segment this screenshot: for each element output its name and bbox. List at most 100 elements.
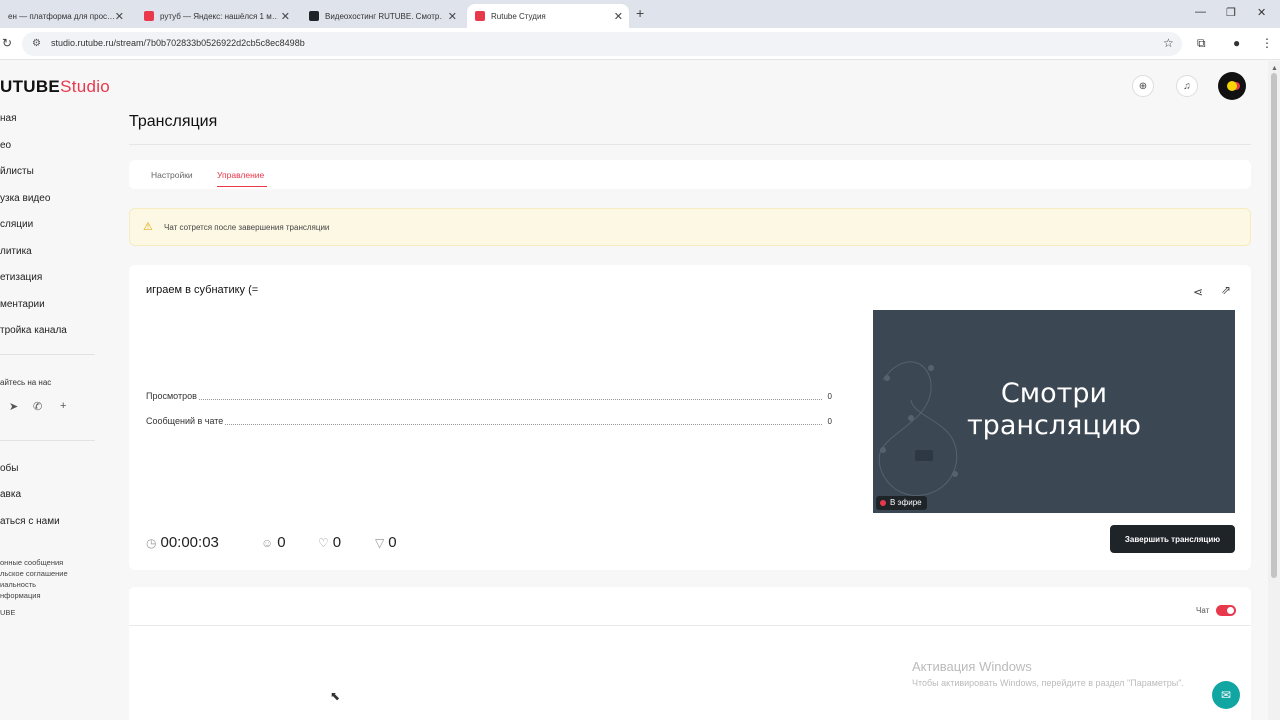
browser-tab-1[interactable]: ен — платформа для прос… ✕ bbox=[0, 4, 130, 28]
external-link-icon[interactable]: ⇗ bbox=[1221, 283, 1231, 297]
profile-icon[interactable]: ● bbox=[1233, 36, 1240, 50]
browser-tab-2[interactable]: рутуб — Яндекс: нашёлся 1 м… ✕ bbox=[136, 4, 296, 28]
thumbs-down-icon: ▽ bbox=[375, 535, 385, 550]
activation-title: Активация Windows bbox=[912, 659, 1032, 674]
stat-value: 0 bbox=[823, 392, 832, 401]
stream-title: играем в субнатику (= bbox=[146, 284, 259, 296]
chat-label: Чат bbox=[1196, 606, 1210, 615]
new-tab-icon[interactable]: + bbox=[636, 5, 644, 21]
dotted-leader bbox=[146, 399, 822, 400]
browser-tab-title: Видеохостинг RUTUBE. Смотр… bbox=[325, 11, 443, 21]
clock-icon: ◷ bbox=[146, 535, 157, 550]
sidebar-item-comments[interactable]: ментарии bbox=[0, 299, 45, 310]
yandex-icon bbox=[144, 11, 154, 21]
viewers-icon: ☺ bbox=[261, 535, 274, 550]
alert-banner: ⚠ Чат сотрется после завершения трансляц… bbox=[129, 208, 1251, 246]
tabs-bar: Настройки Управление bbox=[129, 160, 1251, 189]
sidebar-item-main[interactable]: ная bbox=[0, 113, 17, 124]
page-title: Трансляция bbox=[129, 113, 218, 130]
sidebar-item-upload[interactable]: узка видео bbox=[0, 193, 50, 204]
extensions-icon[interactable]: ⧉ bbox=[1197, 36, 1206, 51]
minimize-icon[interactable]: — bbox=[1195, 6, 1206, 18]
alert-text: Чат сотрется после завершения трансляции bbox=[164, 223, 330, 232]
studio-page: UTUBEStudio ная ео йлисты узка видео сля… bbox=[0, 61, 1268, 720]
duration-value: 00:00:03 bbox=[160, 534, 219, 551]
bookmark-star-icon[interactable]: ☆ bbox=[1163, 36, 1174, 50]
stat-row-views: Просмотров 0 bbox=[146, 391, 832, 403]
browser-tab-4[interactable]: Rutube Студия ✕ bbox=[467, 4, 629, 28]
footer-link[interactable]: онные сообщения bbox=[0, 558, 63, 567]
tab-management[interactable]: Управление bbox=[217, 170, 264, 180]
add-video-icon[interactable]: ⊕ bbox=[1132, 75, 1154, 97]
footer-link[interactable]: льское соглашение bbox=[0, 569, 68, 578]
url-box[interactable]: ⚙ studio.rutube.ru/stream/7b0b702833b052… bbox=[22, 32, 1182, 56]
chat-card: Чат bbox=[129, 587, 1251, 720]
dislikes-value: 0 bbox=[388, 534, 397, 551]
end-stream-button[interactable]: Завершить трансляцию bbox=[1110, 525, 1235, 553]
footer-link[interactable]: нформация bbox=[0, 591, 41, 600]
sidebar-item-video[interactable]: ео bbox=[0, 140, 11, 151]
chat-toggle[interactable] bbox=[1216, 605, 1236, 616]
address-bar: ↻ ⚙ studio.rutube.ru/stream/7b0b702833b0… bbox=[0, 28, 1280, 60]
likes-value: 0 bbox=[332, 534, 342, 551]
avatar[interactable] bbox=[1218, 72, 1246, 100]
close-icon[interactable]: ✕ bbox=[281, 10, 290, 23]
sidebar-item-monetization[interactable]: етизация bbox=[0, 272, 42, 283]
support-chat-icon[interactable]: ✉ bbox=[1212, 681, 1240, 709]
window-close-icon[interactable]: ✕ bbox=[1257, 6, 1266, 19]
footer-link[interactable]: иальность bbox=[0, 580, 36, 589]
browser-tab-title: Rutube Студия bbox=[491, 11, 546, 21]
dislikes-metric: ▽ 0 bbox=[375, 534, 397, 551]
preview-caption: Смотри трансляцию bbox=[873, 378, 1235, 442]
live-badge: В эфире bbox=[876, 496, 927, 510]
rutube-studio-icon bbox=[475, 11, 485, 21]
sidebar-divider bbox=[0, 440, 95, 441]
site-info-icon[interactable]: ⚙ bbox=[32, 38, 41, 49]
rutube-studio-logo[interactable]: UTUBEStudio bbox=[0, 77, 110, 97]
mouse-cursor-icon: ⬉ bbox=[330, 689, 341, 703]
chat-divider bbox=[129, 625, 1251, 626]
warning-icon: ⚠ bbox=[143, 221, 153, 233]
sidebar-item-bottom-3[interactable]: аться с нами bbox=[0, 516, 60, 527]
stat-label: Просмотров bbox=[146, 391, 199, 401]
tab-settings[interactable]: Настройки bbox=[151, 170, 193, 180]
close-icon[interactable]: ✕ bbox=[448, 10, 457, 23]
scrollbar[interactable]: ▲ bbox=[1268, 61, 1280, 720]
browser-tab-title: рутуб — Яндекс: нашёлся 1 м… bbox=[160, 11, 278, 21]
viewers-value: 0 bbox=[277, 534, 286, 551]
sidebar-item-streams[interactable]: сляции bbox=[0, 219, 33, 230]
browser-tab-strip: ен — платформа для прос… ✕ рутуб — Яндек… bbox=[0, 0, 1280, 28]
viber-icon[interactable]: ✆ bbox=[33, 400, 42, 413]
telegram-icon[interactable]: ➤ bbox=[9, 400, 18, 413]
browser-tab-title: ен — платформа для прос… bbox=[8, 11, 116, 21]
active-tab-indicator bbox=[217, 186, 267, 187]
sidebar-item-playlists[interactable]: йлисты bbox=[0, 166, 34, 177]
viewers-metric: ☺ 0 bbox=[261, 534, 286, 551]
more-icon[interactable]: + bbox=[60, 400, 66, 412]
share-icon[interactable]: ⋖ bbox=[1193, 285, 1203, 299]
activation-subtitle: Чтобы активировать Windows, перейдите в … bbox=[912, 678, 1184, 688]
browser-tab-3[interactable]: Видеохостинг RUTUBE. Смотр… ✕ bbox=[301, 4, 463, 28]
stat-label: Сообщений в чате bbox=[146, 416, 226, 426]
close-icon[interactable]: ✕ bbox=[614, 10, 623, 23]
reload-icon[interactable]: ↻ bbox=[2, 36, 12, 50]
notifications-icon[interactable]: ♫ bbox=[1176, 75, 1198, 97]
stat-row-messages: Сообщений в чате 0 bbox=[146, 416, 832, 428]
stat-value: 0 bbox=[823, 417, 832, 426]
duration-metric: ◷ 00:00:03 bbox=[146, 534, 219, 551]
close-icon[interactable]: ✕ bbox=[115, 10, 124, 23]
sidebar-item-channel-settings[interactable]: тройка канала bbox=[0, 325, 67, 336]
sidebar-item-analytics[interactable]: литика bbox=[0, 246, 32, 257]
stream-preview[interactable]: Смотри трансляцию В эфире bbox=[873, 310, 1235, 513]
scroll-up-icon[interactable]: ▲ bbox=[1271, 65, 1278, 72]
sidebar-item-bottom-1[interactable]: обы bbox=[0, 463, 18, 474]
sidebar-item-bottom-2[interactable]: авка bbox=[0, 489, 21, 500]
logo-main: UTUBE bbox=[0, 77, 61, 96]
scroll-thumb[interactable] bbox=[1271, 73, 1277, 578]
url-text[interactable]: studio.rutube.ru/stream/7b0b702833b05269… bbox=[51, 38, 305, 48]
sidebar-divider bbox=[0, 354, 95, 355]
logo-sub: Studio bbox=[60, 77, 111, 96]
dotted-leader bbox=[146, 424, 822, 425]
browser-menu-icon[interactable]: ⋮ bbox=[1261, 36, 1273, 50]
restore-icon[interactable]: ❐ bbox=[1226, 6, 1236, 19]
